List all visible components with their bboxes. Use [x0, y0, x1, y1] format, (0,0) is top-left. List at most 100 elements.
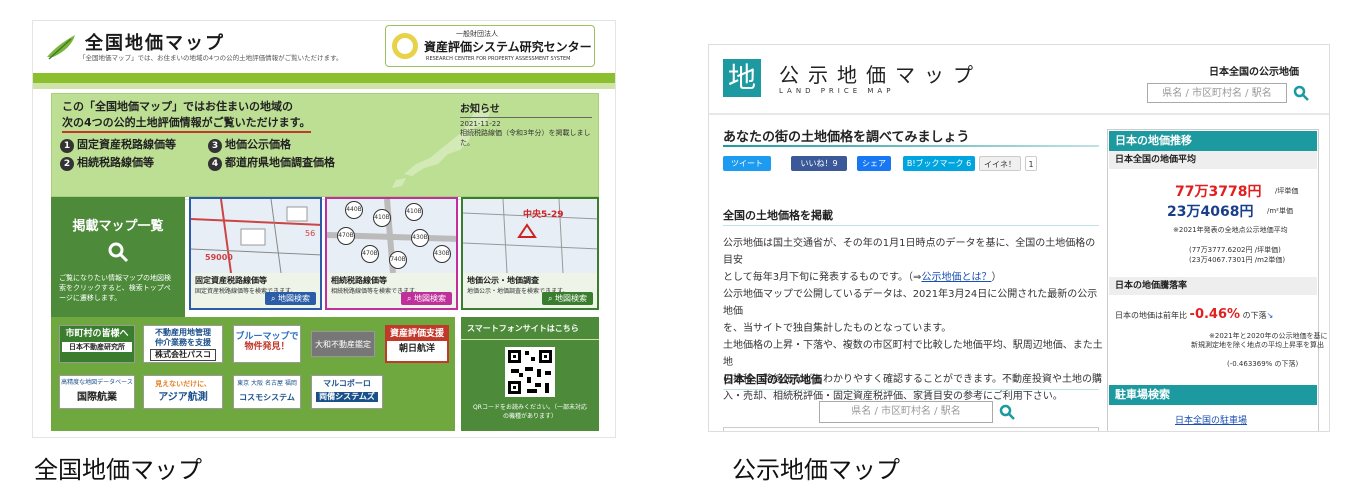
tile1-price-label-2: 56 [305, 229, 316, 238]
tile-land-price[interactable]: 中央5-29 地価公示・地価調査 地価公示・地価調査を検索できます。 ⌕ 地図検… [461, 197, 599, 310]
hero-item-1: 1 固定資産税路線価等 [60, 138, 176, 153]
section1-title: 全国の土地価格を掲載 [723, 209, 833, 222]
price-per-tsubo: 77万3778円 [1175, 184, 1262, 200]
banner-kokusai[interactable]: 高精度な地図データベース 国際航業 [59, 375, 135, 409]
tile-map-fixed-asset: 59000 56 [191, 199, 320, 273]
section2-underline [723, 389, 1099, 390]
like-button[interactable]: いいね！9 [791, 156, 847, 171]
org-name: 資産評価システム研究センター [424, 40, 592, 54]
tile2-title: 相続税路線価等 [331, 276, 387, 285]
banner-asahi[interactable]: 資産評価支援 朝日航洋 [385, 325, 449, 363]
tile-map-land-price: 中央5-29 [463, 199, 597, 273]
parking-link[interactable]: 日本全国の駐車場 [1175, 413, 1247, 426]
main-title: あなたの街の土地価格を調べてみましょう [723, 130, 970, 145]
main-search-icon[interactable] [999, 404, 1015, 420]
right-logo-mark[interactable]: 地 [723, 59, 761, 97]
map-list-panel: 掲載マップ一覧 ご覧になりたい情報マップの地図検索をクリックすると、検索トップペ… [51, 197, 185, 328]
hero-item-3: 3 地価公示価格 [208, 138, 291, 153]
decline-note-2: 新規測定地を除く地点の平均上昇率を算出 [1191, 341, 1324, 349]
notice-box: お知らせ 2021-11-22 相続税路線価（令和3年分）を掲載しました。 [460, 100, 592, 190]
tile1-map-search-button[interactable]: ⌕ 地図検索 [264, 292, 316, 305]
search-icon [108, 242, 129, 263]
price-detail-tsubo: (77万3777.6202円 /坪単価) [1189, 246, 1281, 254]
sidebar-parking-header: 駐車場検索 [1109, 385, 1317, 405]
tweet-button[interactable]: ツイート [723, 156, 771, 171]
route-price-circle: 410B [405, 203, 423, 221]
banner-cosmo[interactable]: 東京 大阪 名古屋 福岡 コスモシステム [233, 375, 301, 409]
price-per-m2: 23万4068円 [1167, 204, 1254, 220]
tile1-title: 固定資産税路線価等 [195, 276, 267, 285]
tile3-address-label: 中央5-29 [523, 210, 564, 220]
price-note: ※2021年発表の全地点公示地価平均 [1173, 226, 1288, 234]
sidebar-avg-subheader: 日本全国の地価平均 [1109, 151, 1317, 169]
header-search-input[interactable]: 県名 / 市区町村名 / 駅名 [1147, 83, 1287, 103]
decline-detail: (-0.463369% の下落) [1227, 360, 1299, 368]
price-per-tsubo-unit: /坪単価 [1275, 187, 1299, 195]
left-logo-subtitle: 「全国地価マップ」では、お住まいの地域の4つの公的土地評価情報がご覧いただけます… [79, 54, 343, 62]
hero-item-2: 2 相続税路線価等 [60, 156, 154, 171]
tile-map-inheritance: 440B 410B 410B 470B 470B 430B 430B 740B [327, 199, 456, 273]
left-site-screenshot: 全国地価マップ 「全国地価マップ」では、お住まいの地域の4つの公的土地評価情報が… [32, 20, 616, 438]
left-header: 全国地価マップ 「全国地価マップ」では、お住まいの地域の4つの公的土地評価情報が… [33, 21, 615, 73]
tile-fixed-asset[interactable]: 59000 56 固定資産税路線価等 固定資産税路線価等を検索できます。 ⌕ 地… [189, 197, 322, 310]
title-underline [723, 145, 1099, 147]
map-list-title: 掲載マップ一覧 [72, 219, 164, 234]
main-search-input[interactable]: 県名 / 市区町村名 / 駅名 [819, 401, 993, 423]
route-price-circle: 470B [337, 227, 355, 245]
qr-code-icon[interactable] [505, 347, 555, 397]
leaf-logo-icon [47, 35, 75, 60]
smartphone-divider [461, 339, 599, 340]
banner-municipality[interactable]: 市町村の皆様へ 日本不動産研究所 [59, 325, 135, 363]
qr-caption: QRコードをお読みください。（一部未対応の機種があります） [473, 404, 587, 420]
hero-line-2: 次の4つの公的土地評価情報がご覧いただけます。 [62, 116, 311, 133]
header-search-icon[interactable] [1293, 85, 1309, 101]
header-right-title: 日本全国の公示地価 [1209, 67, 1299, 78]
banner-marco-polo[interactable]: マルコポーロ 両備システムズ [311, 375, 383, 409]
mixi-iine-button[interactable]: イイネ！ [979, 156, 1021, 171]
map-list-desc: ご覧になりたい情報マップの地図検索をクリックすると、検索トップページに遷移します… [59, 274, 171, 302]
tile-inheritance[interactable]: 440B 410B 410B 470B 470B 430B 430B 740B … [325, 197, 458, 310]
notice-text[interactable]: 相続税路線価（令和3年分）を掲載しました。 [460, 128, 592, 148]
banner-pasco[interactable]: 不動産用地管理 仲介業務を支援 株式会社パスコ [143, 325, 223, 363]
route-price-circle: 430B [433, 245, 451, 263]
decline-value: -0.46% [1189, 307, 1241, 322]
notice-title: お知らせ [460, 104, 500, 115]
down-arrow-icon: ↘ [1266, 311, 1274, 320]
org-circle-icon [392, 33, 418, 59]
right-logo-english: LAND PRICE MAP [779, 87, 895, 95]
org-logo[interactable]: 一般財団法人 資産評価システム研究センター RESEARCH CENTER FO… [385, 25, 595, 67]
route-price-circle: 470B [361, 245, 379, 263]
map-frame [723, 427, 1099, 431]
tile3-map-search-button[interactable]: ⌕ 地図検索 [541, 292, 593, 305]
price-detail-m2: (23万4067.7301円 /m2単価) [1189, 256, 1286, 264]
right-caption: 公示地価マップ [732, 456, 900, 484]
notice-date: 2021-11-22 [460, 117, 592, 128]
share-button[interactable]: シェア [857, 156, 891, 171]
decline-line: 日本の地価は前年比 -0.46% の下落↘ [1115, 307, 1274, 322]
tile1-price-label: 59000 [205, 253, 233, 262]
route-price-circle: 740B [389, 251, 407, 269]
header-stripe-light [33, 83, 615, 89]
tile3-title: 地価公示・地価調査 [467, 276, 539, 285]
sidebar-decline-header: 日本の地価騰落率 [1109, 277, 1317, 295]
header-divider [709, 113, 1329, 115]
banner-daiwa[interactable]: 大和不動産鑑定 [311, 331, 375, 357]
left-caption: 全国地価マップ [34, 456, 202, 484]
land-price-point-icon [517, 223, 537, 238]
mixi-count: 1 [1025, 156, 1037, 171]
sidebar-trend-header: 日本の地価推移 [1109, 131, 1317, 151]
banner-bluemap[interactable]: ブルーマップで 物件発見！ [233, 325, 301, 363]
banner-asia-air[interactable]: 見えないだけに、 アジア航測 [143, 375, 223, 409]
route-price-circle: 410B [373, 209, 391, 227]
section1-underline [723, 225, 1099, 226]
right-logo-title[interactable]: 公示地価マップ [779, 59, 982, 88]
hatena-bookmark-button[interactable]: B!ブックマーク 6 [903, 156, 975, 171]
hero-item-4: 4 都道府県地価調査価格 [208, 156, 335, 171]
header-stripe [33, 73, 615, 83]
banner-area: 市町村の皆様へ 日本不動産研究所 不動産用地管理 仲介業務を支援 株式会社パスコ ブル… [51, 317, 455, 431]
tile2-map-search-button[interactable]: ⌕ 地図検索 [400, 292, 452, 305]
land-price-link[interactable]: 公示地価とは？ [921, 272, 991, 283]
smartphone-title: スマートフォンサイトはこちら [467, 324, 579, 333]
smartphone-panel: スマートフォンサイトはこちら QRコードをお読みください。（一部未対応の機種があ… [461, 317, 599, 431]
hero-panel: この「全国地価マップ」ではお住まいの地域の 次の4つの公的土地評価情報がご覧いた… [51, 93, 599, 197]
